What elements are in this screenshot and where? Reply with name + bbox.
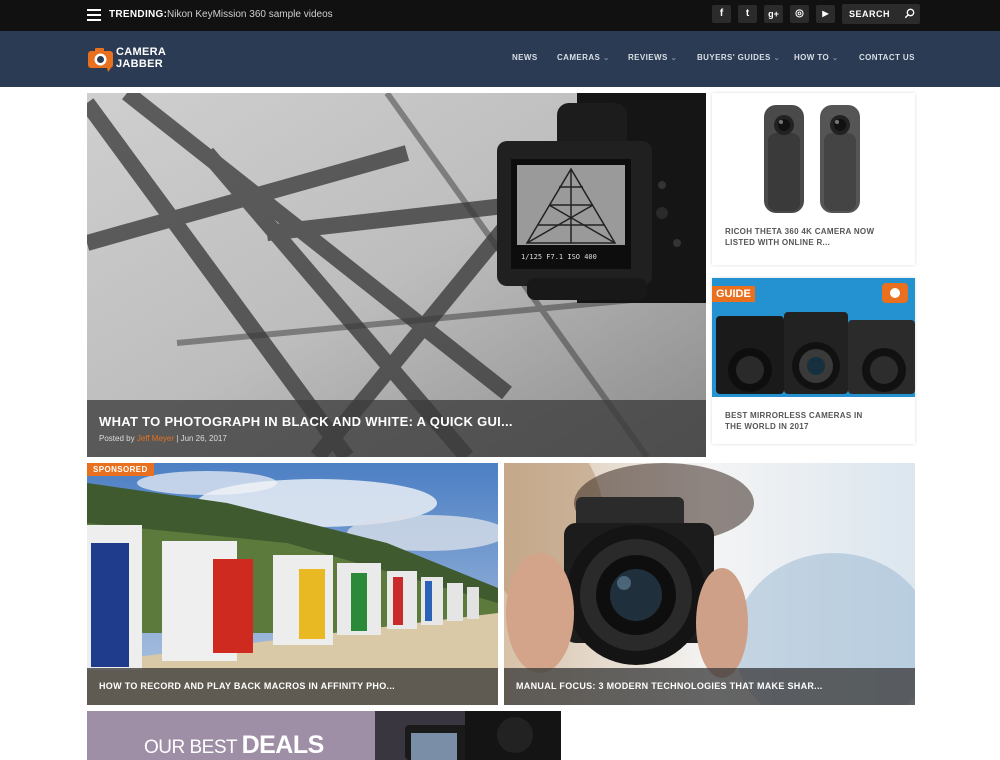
chevron-down-icon: ⌄	[773, 55, 781, 62]
title-line: BEST MIRRORLESS CAMERAS IN	[725, 411, 863, 420]
trending-label: TRENDING:	[109, 9, 168, 20]
trending-link[interactable]: Nikon KeyMission 360 sample videos	[167, 9, 333, 20]
guide-badge: GUIDE	[712, 286, 755, 302]
featured-meta: Posted by Jeff Meyer | Jun 26, 2017	[99, 434, 227, 443]
nav-label: CONTACT US	[859, 53, 915, 62]
site-logo[interactable]: CAMERA JABBER	[87, 44, 179, 74]
article-card[interactable]: MANUAL FOCUS: 3 MODERN TECHNOLOGIES THAT…	[504, 463, 915, 705]
deals-banner[interactable]: OUR BEST DEALS	[87, 711, 561, 760]
nav-label: NEWS	[512, 53, 538, 62]
nav-cameras[interactable]: CAMERAS ⌄	[557, 53, 610, 62]
side-article-card[interactable]: GUIDE BEST MIRRORLESS CAMERAS IN THE WOR…	[712, 278, 915, 444]
logo-text: CAMERA JABBER	[116, 46, 166, 70]
posted-by-label: Posted by	[99, 434, 135, 443]
title-line: LISTED WITH ONLINE R...	[725, 238, 831, 247]
article-caption: HOW TO RECORD AND PLAY BACK MACROS IN AF…	[87, 668, 498, 705]
author-link[interactable]: Jeff Meyer	[137, 434, 174, 443]
facebook-icon[interactable]: f	[712, 5, 731, 23]
article-caption: MANUAL FOCUS: 3 MODERN TECHNOLOGIES THAT…	[504, 668, 915, 705]
instagram-icon[interactable]: ◎	[790, 5, 809, 23]
search-label: SEARCH	[849, 9, 891, 19]
google-plus-icon[interactable]: g+	[764, 5, 783, 23]
chevron-down-icon: ⌄	[670, 55, 677, 62]
featured-article-card[interactable]: 1/125 F7.1 ISO 400 WHAT TO PHOTOGRAPH IN…	[87, 93, 706, 457]
featured-caption: WHAT TO PHOTOGRAPH IN BLACK AND WHITE: A…	[87, 400, 706, 457]
nav-reviews[interactable]: REVIEWS ⌄	[628, 53, 677, 62]
title-line: RICOH THETA 360 4K CAMERA NOW	[725, 227, 875, 236]
nav-contact-us[interactable]: CONTACT US	[859, 53, 915, 62]
nav-buyers-guides[interactable]: BUYERS' GUIDES ⌄	[697, 53, 780, 62]
side-article-title[interactable]: RICOH THETA 360 4K CAMERA NOW LISTED WIT…	[725, 226, 874, 248]
nav-label: CAMERAS	[557, 53, 601, 62]
top-bar: TRENDING: Nikon KeyMission 360 sample vi…	[0, 0, 1000, 31]
sponsored-badge: SPONSORED	[87, 463, 154, 476]
nav-label: HOW TO	[794, 53, 830, 62]
title-line: THE WORLD IN 2017	[725, 422, 809, 431]
youtube-icon[interactable]: ▶	[816, 5, 835, 23]
chevron-down-icon: ⌄	[603, 55, 610, 62]
site-header: CAMERA JABBER NEWS CAMERAS ⌄ REVIEWS ⌄ BUY…	[0, 31, 1000, 87]
logo-line-1: CAMERA	[116, 46, 167, 58]
chevron-down-icon: ⌄	[832, 55, 839, 62]
meta-divider: |	[176, 434, 179, 443]
logo-line-2: JABBER	[116, 58, 164, 70]
camera-screen-readout: 1/125 F7.1 ISO 400	[521, 253, 597, 261]
search-input[interactable]: SEARCH	[842, 4, 920, 24]
side-article-title[interactable]: BEST MIRRORLESS CAMERAS IN THE WORLD IN …	[725, 410, 863, 432]
deals-heading: OUR BEST DEALS	[144, 731, 324, 760]
nav-label: BUYERS' GUIDES	[697, 53, 771, 62]
post-date: Jun 26, 2017	[180, 434, 227, 443]
article-title[interactable]: HOW TO RECORD AND PLAY BACK MACROS IN AF…	[99, 681, 395, 691]
article-card[interactable]: SPONSORED HOW TO RECORD AND PLAY BACK MA…	[87, 463, 498, 705]
deals-word: DEALS	[241, 731, 325, 759]
search-icon[interactable]	[904, 8, 915, 19]
ricoh-theta-image	[712, 93, 915, 218]
nav-news[interactable]: NEWS	[512, 53, 538, 62]
menu-icon[interactable]	[87, 9, 101, 21]
twitter-icon[interactable]: t	[738, 5, 757, 23]
camera-logo-icon	[88, 48, 113, 72]
nav-label: REVIEWS	[628, 53, 668, 62]
camera-deals-image	[375, 711, 561, 760]
nav-how-to[interactable]: HOW TO ⌄	[794, 53, 838, 62]
side-article-card[interactable]: RICOH THETA 360 4K CAMERA NOW LISTED WIT…	[712, 93, 915, 265]
featured-title[interactable]: WHAT TO PHOTOGRAPH IN BLACK AND WHITE: A…	[99, 414, 513, 429]
deals-prefix: OUR BEST	[144, 737, 238, 758]
article-title[interactable]: MANUAL FOCUS: 3 MODERN TECHNOLOGIES THAT…	[516, 681, 823, 691]
